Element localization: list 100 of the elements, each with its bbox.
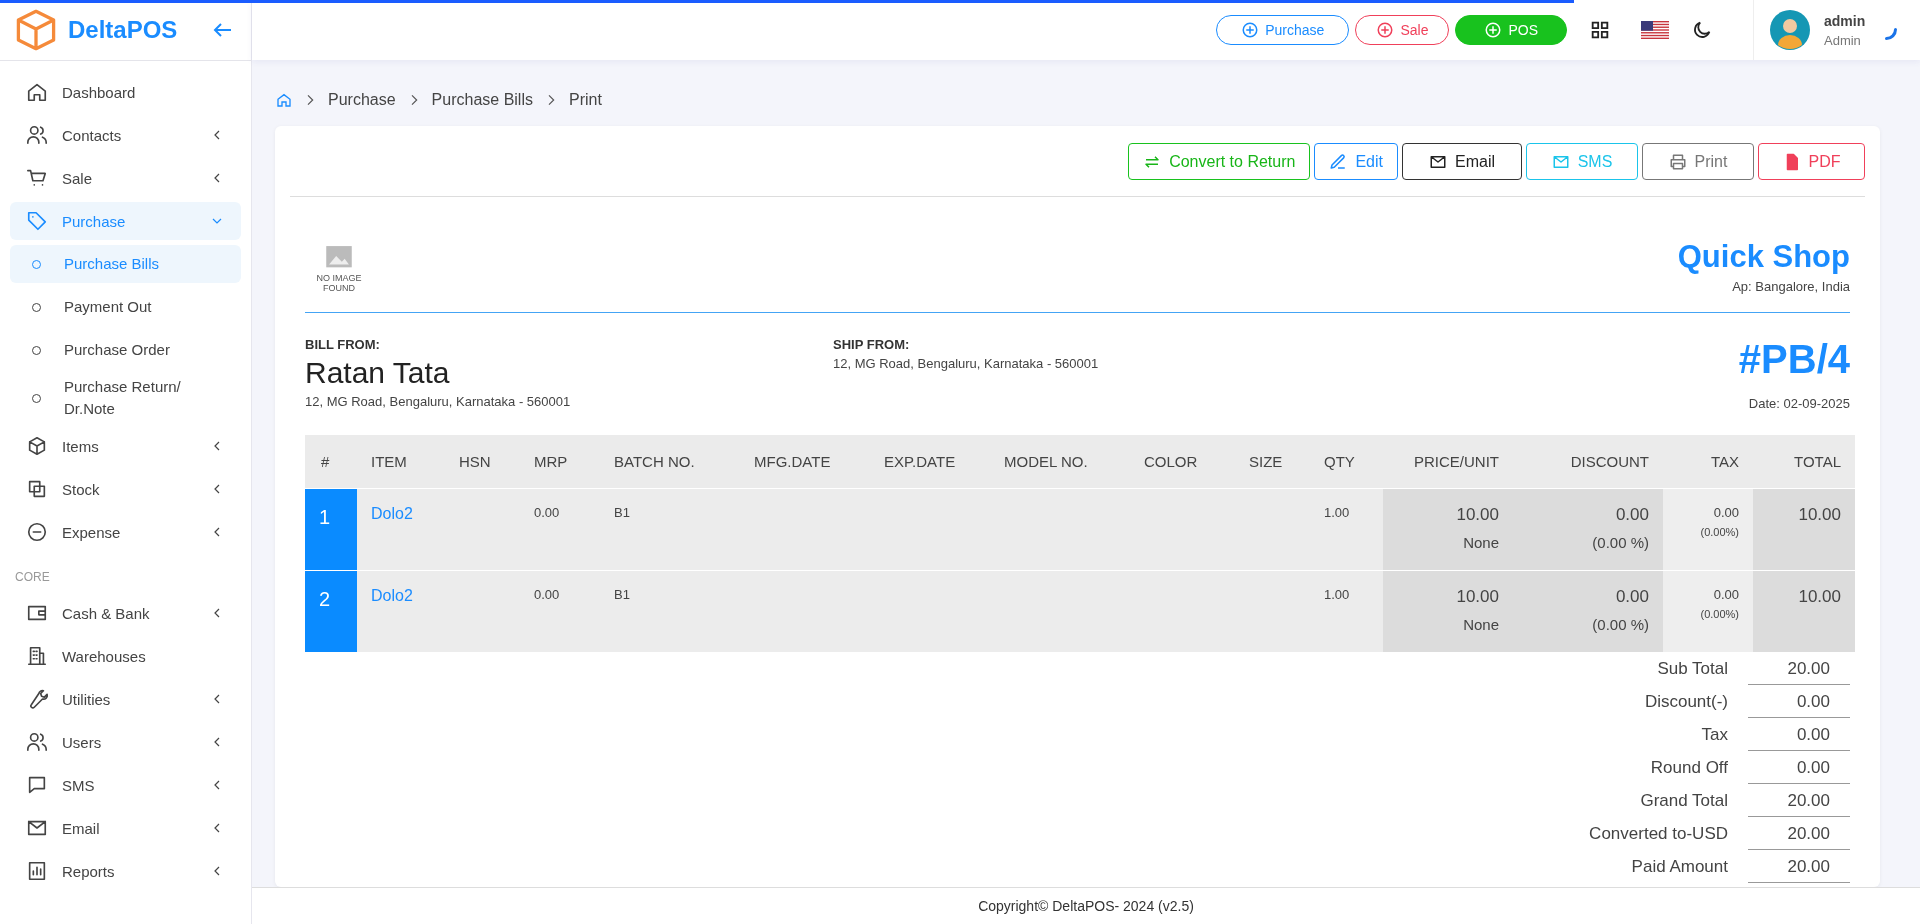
supplier-address: 12, MG Road, Bengaluru, Karnataka - 560001 bbox=[305, 394, 572, 409]
total-label: Discount(-) bbox=[1644, 691, 1729, 712]
column-header: PRICE/UNIT bbox=[1383, 435, 1513, 489]
building-icon bbox=[26, 645, 48, 667]
table-cell: 0.00 (0.00%) bbox=[1663, 488, 1753, 571]
column-header: TOTAL bbox=[1753, 435, 1855, 489]
sidebar-item[interactable]: Sale bbox=[10, 159, 241, 197]
us-flag-icon[interactable] bbox=[1641, 21, 1669, 39]
column-header: HSN bbox=[445, 435, 520, 489]
sidebar-item[interactable]: Cash & Bank bbox=[10, 594, 241, 632]
total-value: 0.00 bbox=[1748, 751, 1850, 784]
no-image-text: NO IMAGE FOUND bbox=[315, 273, 363, 293]
sidebar-item[interactable]: Items bbox=[10, 427, 241, 465]
toolbar-button[interactable]: Email bbox=[1402, 143, 1522, 180]
sidebar-item[interactable]: Dashboard bbox=[10, 73, 241, 111]
tag-icon bbox=[26, 210, 48, 232]
breadcrumb-item[interactable]: Purchase Bills bbox=[431, 91, 533, 109]
sidebar-item[interactable]: Expense bbox=[10, 513, 241, 551]
cart-icon bbox=[26, 167, 48, 189]
user-role: Admin bbox=[1824, 32, 1862, 48]
column-header: MRP bbox=[520, 435, 600, 489]
ship-from-heading: SHIP FROM: bbox=[833, 337, 911, 352]
total-label: Converted to-USD bbox=[1589, 823, 1729, 844]
table-cell: 10.00 None bbox=[1383, 570, 1513, 652]
table-cell: 0.00 (0.00 %) bbox=[1513, 488, 1663, 571]
moon-icon[interactable] bbox=[1691, 19, 1713, 41]
column-header: COLOR bbox=[1130, 435, 1235, 489]
table-cell: 0.00 (0.00%) bbox=[1663, 570, 1753, 652]
table-cell: B1 bbox=[600, 570, 740, 652]
supplier-name: Ratan Tata bbox=[305, 356, 451, 390]
people-icon bbox=[26, 124, 48, 146]
plus-circle-icon bbox=[1484, 21, 1503, 39]
table-cell: 10.00 bbox=[1753, 570, 1855, 652]
total-value: 20.00 bbox=[1748, 652, 1850, 685]
total-value: 0.00 bbox=[1748, 718, 1850, 751]
sidebar-subitem[interactable]: Purchase Return/ Dr.Note bbox=[10, 374, 241, 422]
sidebar-item[interactable]: Warehouses bbox=[10, 637, 241, 675]
chat-bubble-icon bbox=[26, 774, 48, 796]
column-header: BATCH NO. bbox=[600, 435, 740, 489]
bill-from-heading: BILL FROM: bbox=[305, 337, 381, 352]
total-label: Sub Total bbox=[1657, 658, 1729, 679]
plus-circle-icon bbox=[1241, 21, 1260, 39]
bill-number: #PB/4 bbox=[1738, 337, 1850, 382]
column-header: TAX bbox=[1663, 435, 1753, 489]
section-heading: CORE bbox=[14, 569, 51, 586]
printer-icon bbox=[1668, 152, 1687, 171]
avatar-silhouette[interactable] bbox=[1770, 10, 1810, 50]
sidebar-item[interactable]: Users bbox=[10, 723, 241, 761]
column-header: DISCOUNT bbox=[1513, 435, 1663, 489]
people-icon bbox=[26, 731, 48, 753]
breadcrumb-item[interactable]: Print bbox=[568, 91, 602, 109]
sidebar-item[interactable]: Reports bbox=[10, 852, 241, 890]
column-header: # bbox=[305, 435, 357, 489]
bill-date: Date: 02-09-2025 bbox=[1748, 396, 1850, 411]
home-icon[interactable] bbox=[276, 92, 292, 108]
quick-add-button[interactable]: Sale bbox=[1355, 15, 1450, 45]
table-cell: 1.00 bbox=[1310, 488, 1383, 571]
sidebar-item[interactable]: SMS bbox=[10, 766, 241, 804]
column-header: MODEL NO. bbox=[990, 435, 1130, 489]
sidebar-item[interactable]: Utilities bbox=[10, 680, 241, 718]
plus-circle-icon bbox=[1376, 21, 1395, 39]
stacked-squares-icon bbox=[26, 478, 48, 500]
brand-name: DeltaPOS bbox=[68, 16, 179, 44]
toolbar-button[interactable]: PDF bbox=[1758, 143, 1865, 180]
sidebar-item[interactable]: Email bbox=[10, 809, 241, 847]
sidebar-item[interactable]: Contacts bbox=[10, 116, 241, 154]
table-cell: 10.00 bbox=[1753, 488, 1855, 571]
total-label: Round Off bbox=[1650, 757, 1729, 778]
sidebar-subitem[interactable]: Purchase Order bbox=[10, 331, 241, 369]
cube-logo-icon bbox=[14, 8, 58, 52]
row-number: 1 bbox=[305, 488, 357, 571]
column-header: ITEM bbox=[357, 435, 445, 489]
total-label: Paid Amount bbox=[1631, 856, 1729, 877]
column-header: MFG.DATE bbox=[740, 435, 870, 489]
shop-address: Ap: Bangalore, India bbox=[1732, 279, 1850, 294]
table-cell: 1.00 bbox=[1310, 570, 1383, 652]
home-icon bbox=[26, 81, 48, 103]
row-number: 2 bbox=[305, 570, 357, 652]
sidebar-subitem[interactable]: Payment Out bbox=[10, 288, 241, 326]
box-icon bbox=[26, 435, 48, 457]
loading-spinner-icon bbox=[1885, 28, 1898, 40]
total-value: 0.00 bbox=[1748, 685, 1850, 718]
total-label: Grand Total bbox=[1640, 790, 1729, 811]
grid-icon[interactable] bbox=[1589, 19, 1611, 41]
table-cell: 0.00 bbox=[520, 570, 600, 652]
shop-name: Quick Shop bbox=[1677, 239, 1850, 275]
total-value: 20.00 bbox=[1748, 784, 1850, 817]
table-cell: 0.00 bbox=[520, 488, 600, 571]
table-cell: 10.00 None bbox=[1383, 488, 1513, 571]
bar-chart-icon bbox=[26, 860, 48, 882]
user-name: admin bbox=[1824, 12, 1866, 29]
ship-from-address: 12, MG Road, Bengaluru, Karnataka - 560001 bbox=[833, 356, 1100, 371]
copyright-text: Copyright© DeltaPOS- 2024 (v2.5) bbox=[978, 898, 1194, 914]
table-cell: 0.00 (0.00 %) bbox=[1513, 570, 1663, 652]
table-cell: B1 bbox=[600, 488, 740, 571]
total-value: 20.00 bbox=[1748, 817, 1850, 850]
toolbar-button[interactable]: Print bbox=[1642, 143, 1754, 180]
column-header: SIZE bbox=[1235, 435, 1310, 489]
sidebar-item[interactable]: Stock bbox=[10, 470, 241, 508]
breadcrumb-item[interactable]: Purchase bbox=[328, 91, 396, 109]
